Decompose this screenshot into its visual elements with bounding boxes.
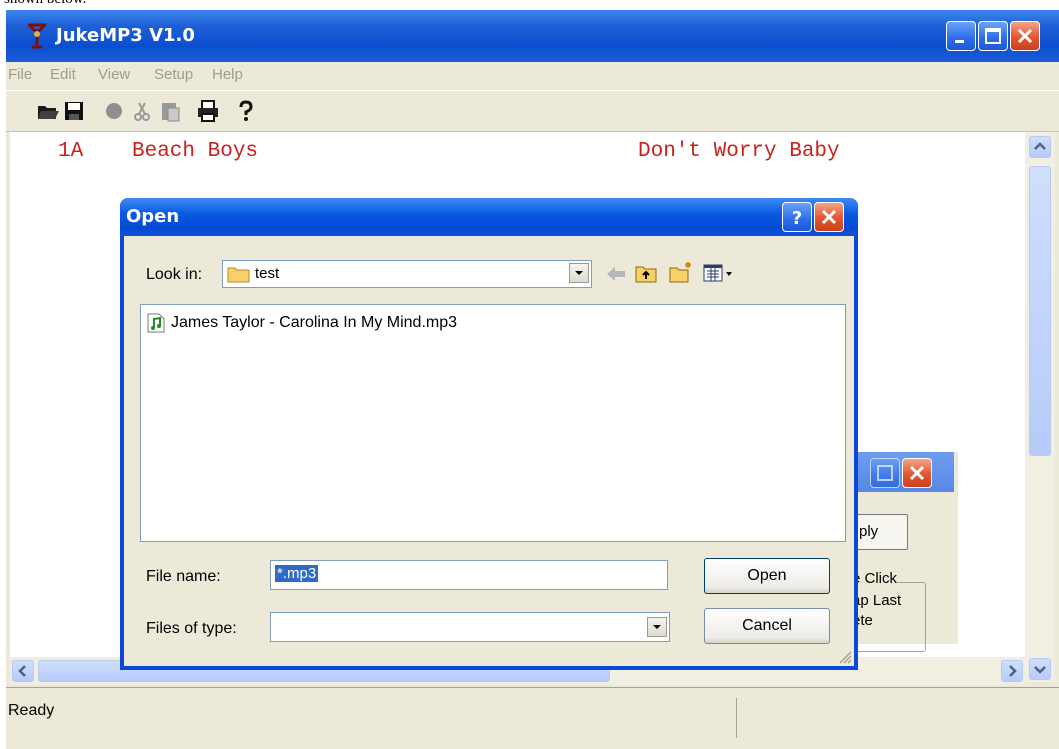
help-icon[interactable] [234, 99, 258, 123]
paste-icon[interactable] [158, 99, 182, 123]
chevron-left-icon [18, 665, 26, 677]
file-item-label: James Taylor - Carolina In My Mind.mp3 [171, 314, 458, 331]
resize-grip-icon[interactable] [836, 648, 852, 664]
close-icon [821, 209, 837, 225]
dropdown-arrow-icon [575, 271, 583, 275]
close-icon [1017, 28, 1033, 44]
artist-label: Beach Boys [132, 140, 259, 163]
files-of-type-label: Files of type: [146, 620, 237, 637]
vertical-scrollbar[interactable] [1025, 132, 1055, 682]
question-icon: ? [792, 208, 802, 229]
menu-setup[interactable]: Setup [154, 66, 193, 83]
scroll-up-button[interactable] [1029, 136, 1051, 158]
back-icon[interactable] [604, 264, 628, 284]
status-bar: Ready [6, 687, 1059, 749]
maximize-icon [985, 28, 1001, 44]
open-button[interactable]: Open [704, 558, 830, 594]
minimize-icon [955, 40, 964, 43]
look-in-label: Look in: [146, 266, 203, 283]
chevron-right-icon [1009, 665, 1017, 677]
file-name-input[interactable]: *.mp3 [270, 560, 668, 590]
bg-close-button[interactable] [902, 458, 932, 488]
files-of-type-dropdown-button[interactable] [647, 617, 667, 637]
cancel-button[interactable]: Cancel [704, 608, 830, 644]
scroll-right-button[interactable] [1001, 660, 1023, 682]
status-text: Ready [8, 702, 55, 719]
title-bar: JukeMP3 V1.0 [6, 10, 1059, 62]
minimize-button[interactable] [946, 21, 976, 51]
files-of-type-select[interactable] [270, 612, 670, 642]
background-dialog: ply e Click ap Last ete [840, 452, 958, 652]
song-label: Don't Worry Baby [638, 140, 840, 163]
option-swap-last[interactable]: ap Last [852, 592, 901, 609]
record-icon[interactable] [102, 99, 126, 123]
dialog-close-button[interactable] [814, 202, 844, 232]
background-dialog-titlebar [850, 452, 954, 492]
apply-button-label: ply [859, 523, 879, 540]
maximize-icon [877, 465, 893, 481]
cut-icon[interactable] [130, 99, 154, 123]
open-dialog-body: Look in: test James Taylor - Carolina In… [124, 236, 854, 666]
file-name-value: *.mp3 [275, 565, 319, 582]
menu-view[interactable]: View [98, 66, 130, 83]
open-folder-icon[interactable] [36, 99, 60, 123]
save-disk-icon[interactable] [62, 99, 86, 123]
file-list[interactable]: James Taylor - Carolina In My Mind.mp3 [140, 304, 846, 542]
scroll-down-button[interactable] [1029, 658, 1051, 680]
group-caption: e Click [852, 570, 898, 587]
vertical-scroll-thumb[interactable] [1029, 166, 1051, 456]
print-icon[interactable] [196, 99, 220, 123]
new-folder-icon[interactable] [668, 260, 694, 284]
mp3-file-icon [147, 313, 165, 333]
caption-strip: shown below. [0, 0, 1059, 10]
svg-text:?: ? [792, 208, 802, 229]
folder-icon [227, 267, 250, 283]
look-in-dropdown-button[interactable] [569, 263, 589, 283]
chevron-up-icon [1034, 142, 1046, 150]
apply-button[interactable]: ply [850, 514, 908, 550]
status-divider [736, 698, 737, 738]
file-name-label: File name: [146, 568, 221, 585]
look-in-combo[interactable]: test [222, 260, 592, 288]
help-button[interactable]: ? [782, 202, 812, 232]
maximize-button[interactable] [978, 21, 1008, 51]
dropdown-arrow-icon [653, 625, 661, 629]
close-icon [909, 465, 925, 481]
menu-edit[interactable]: Edit [50, 66, 76, 83]
up-folder-icon[interactable] [634, 262, 658, 284]
toolbar [6, 90, 1059, 132]
open-dialog: Open ? Look in: test James Taylor - Caro… [120, 198, 858, 670]
bg-maximize-button[interactable] [870, 458, 900, 488]
menu-bar: File Edit View Setup Help [6, 62, 1059, 90]
menu-file[interactable]: File [8, 66, 32, 83]
look-in-value: test [255, 265, 280, 282]
app-icon [28, 23, 46, 49]
open-dialog-title: Open [126, 206, 180, 227]
menu-help[interactable]: Help [212, 66, 243, 83]
window-title: JukeMP3 V1.0 [56, 25, 195, 46]
open-button-label: Open [747, 567, 787, 584]
view-menu-icon[interactable] [702, 262, 738, 284]
cancel-button-label: Cancel [742, 617, 792, 634]
caption-text: shown below. [4, 0, 86, 8]
close-button[interactable] [1010, 21, 1040, 51]
slot-label: 1A [58, 140, 84, 163]
open-dialog-titlebar: Open ? [120, 198, 858, 236]
chevron-down-icon [1034, 666, 1046, 674]
scroll-left-button[interactable] [12, 660, 34, 682]
